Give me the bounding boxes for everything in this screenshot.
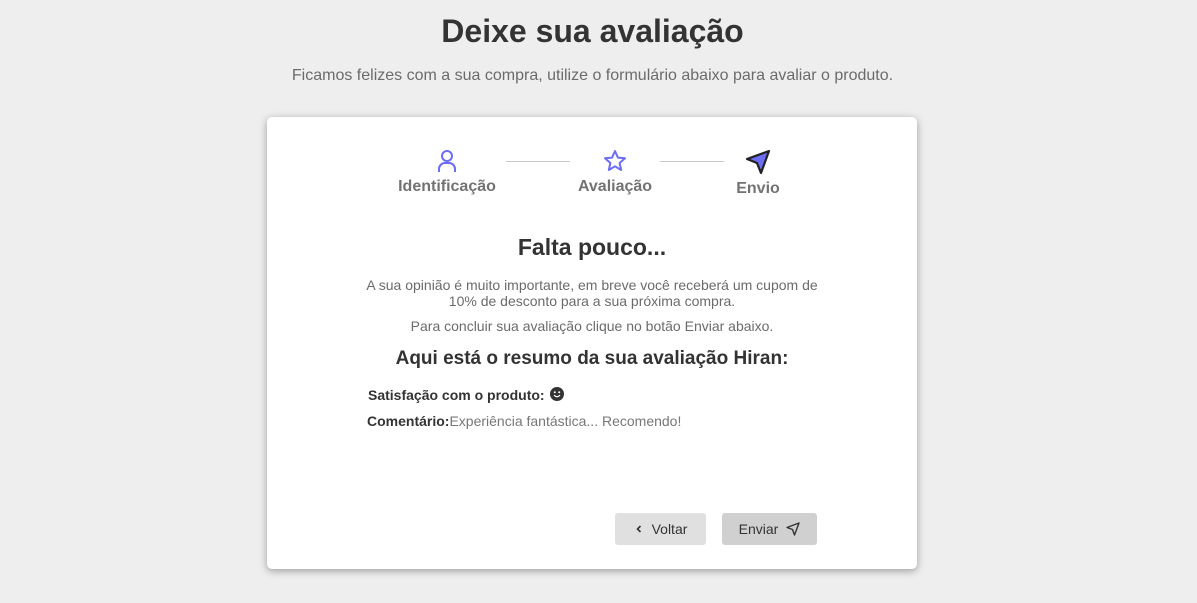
step-connector bbox=[660, 161, 724, 162]
content-heading: Falta pouco... bbox=[517, 234, 667, 260]
send-label: Enviar bbox=[738, 521, 779, 537]
review-card: Identificação Avaliação Envio Falta pouc… bbox=[267, 117, 917, 569]
instruction-paragraph: Para concluir sua avaliação clique no bo… bbox=[410, 318, 774, 334]
star-icon bbox=[604, 150, 626, 171]
summary-title: Aqui está o resumo da sua avaliação Hira… bbox=[395, 348, 789, 369]
step-label: Identificação bbox=[398, 178, 496, 195]
smile-icon bbox=[550, 387, 565, 401]
send-icon bbox=[786, 522, 801, 536]
back-button[interactable]: Voltar bbox=[615, 513, 706, 545]
chevron-left-icon bbox=[635, 525, 641, 533]
step-identificacao: Identificação bbox=[397, 149, 497, 196]
back-label: Voltar bbox=[651, 521, 688, 537]
step-envio: Envio bbox=[718, 149, 798, 198]
comment-value: Experiência fantástica... Recomendo! bbox=[449, 413, 682, 429]
step-label: Envio bbox=[736, 180, 780, 197]
send-button[interactable]: Enviar bbox=[722, 513, 817, 545]
step-avaliacao: Avaliação bbox=[565, 149, 665, 196]
satisfaction-label: Satisfação com o produto: bbox=[368, 387, 545, 403]
send-icon bbox=[745, 149, 771, 175]
page-subtitle: Ficamos felizes com a sua compra, utiliz… bbox=[291, 67, 894, 84]
comment-row: Comentário:Experiência fantástica... Rec… bbox=[367, 413, 681, 429]
step-label: Avaliação bbox=[577, 178, 653, 195]
user-icon bbox=[438, 150, 456, 172]
step-connector bbox=[506, 161, 570, 162]
comment-label: Comentário: bbox=[367, 413, 450, 429]
satisfaction-row: Satisfação com o produto: bbox=[368, 387, 565, 403]
page-title: Deixe sua avaliação bbox=[441, 13, 744, 49]
info-paragraph: A sua opinião é muito importante, em bre… bbox=[366, 277, 818, 309]
